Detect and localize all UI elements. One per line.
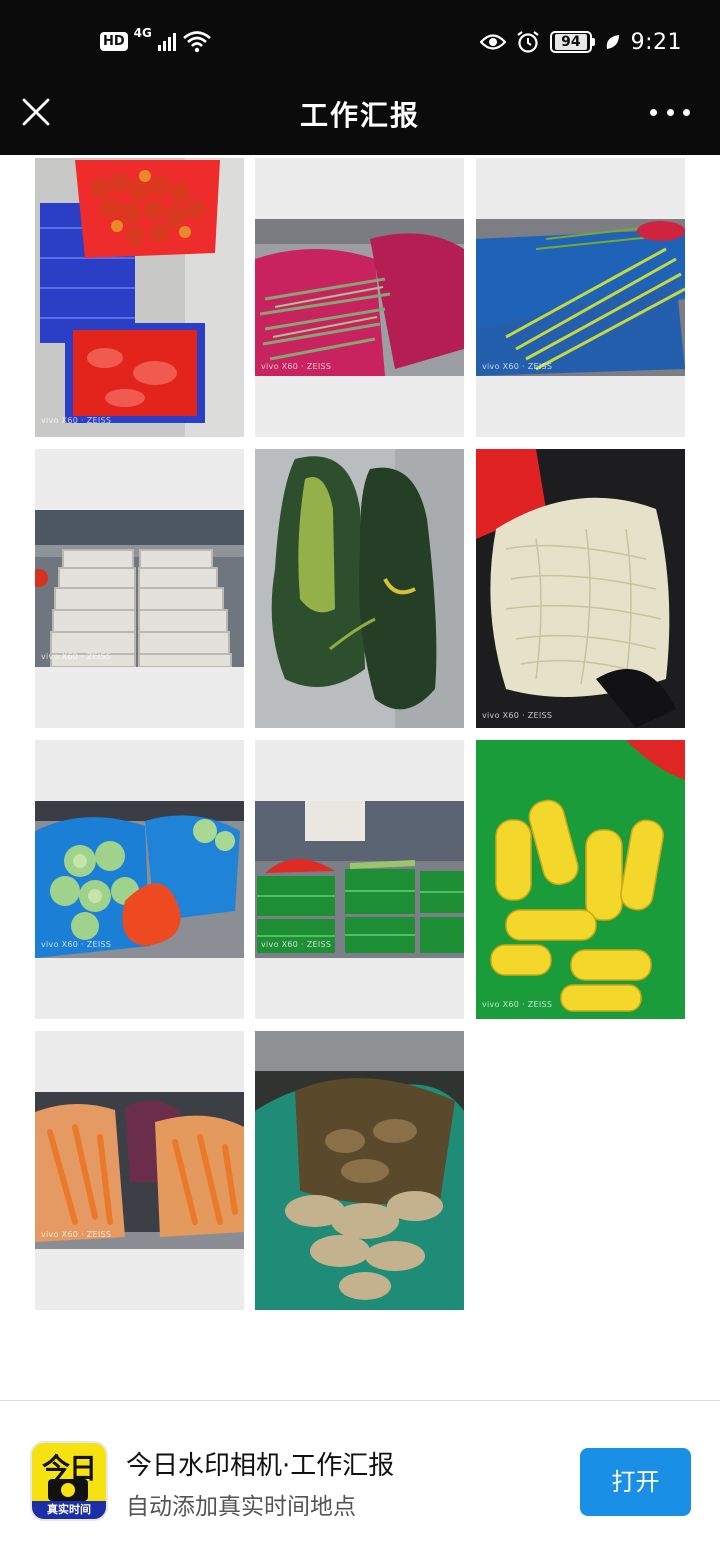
more-dot-icon	[666, 108, 674, 116]
photo-tofu-trays[interactable]: vivo X60 · ZEISS	[35, 449, 244, 728]
app-logo-subtext: 真实时间	[32, 1501, 106, 1519]
more-options-button[interactable]	[650, 104, 690, 120]
more-dot-icon	[683, 108, 690, 116]
photo-watermark: vivo X60 · ZEISS	[41, 416, 112, 425]
photo-cabbage[interactable]: vivo X60 · ZEISS	[35, 740, 244, 1019]
photo-winter-melons[interactable]	[255, 449, 464, 728]
battery-indicator: 94	[550, 31, 595, 53]
open-app-button[interactable]: 打开	[580, 1448, 691, 1516]
status-left-group: HD 4G	[100, 26, 212, 56]
eye-icon	[480, 34, 507, 50]
battery-level: 94	[555, 34, 587, 50]
photo-watermark: vivo X60 · ZEISS	[261, 940, 332, 949]
title-bar: 工作汇报	[0, 80, 720, 155]
more-dot-icon	[650, 108, 657, 116]
app-logo[interactable]: 今日 真实时间	[30, 1441, 108, 1521]
photo-watermark: vivo X60 · ZEISS	[482, 362, 553, 371]
photo-watermark: vivo X60 · ZEISS	[482, 1000, 553, 1009]
alarm-icon	[517, 31, 539, 53]
photo-green-beans[interactable]: vivo X60 · ZEISS	[255, 158, 464, 437]
photo-green-onions[interactable]: vivo X60 · ZEISS	[476, 158, 685, 437]
wifi-icon	[183, 31, 211, 53]
photo-grid: vivo X60 · ZEISS vivo X60 · ZEISS vivo X…	[0, 155, 720, 1355]
page-title: 工作汇报	[299, 99, 420, 132]
app-title: 今日水印相机·工作汇报	[126, 1451, 395, 1481]
status-right-group: 94 9:21	[480, 26, 682, 58]
photo-watermark: vivo X60 · ZEISS	[41, 1230, 112, 1239]
leaf-icon	[606, 35, 619, 49]
network-type-label: 4G	[133, 26, 152, 40]
app-subtitle: 自动添加真实时间地点	[126, 1494, 356, 1520]
photo-watermark: vivo X60 · ZEISS	[261, 362, 332, 371]
app-promo-banner[interactable]: 今日 真实时间 今日水印相机·工作汇报 自动添加真实时间地点 打开	[0, 1401, 720, 1560]
hd-badge: HD	[100, 31, 128, 51]
photo-corn[interactable]: vivo X60 · ZEISS	[476, 740, 685, 1019]
photo-watermark: vivo X60 · ZEISS	[41, 940, 112, 949]
photo-watermark: vivo X60 · ZEISS	[41, 652, 112, 661]
photo-tomatoes[interactable]: vivo X60 · ZEISS	[35, 158, 244, 437]
signal-strength-icon	[157, 31, 176, 51]
photo-bean-sprouts[interactable]: vivo X60 · ZEISS	[476, 449, 685, 728]
status-bar: HD 4G 94 9:21	[0, 0, 720, 80]
photo-vegetable-baskets[interactable]: vivo X60 · ZEISS	[255, 740, 464, 1019]
photo-carrots[interactable]: vivo X60 · ZEISS	[35, 1031, 244, 1310]
photo-watermark: vivo X60 · ZEISS	[482, 711, 553, 720]
photo-ginger[interactable]	[255, 1031, 464, 1310]
clock-time: 9:21	[630, 29, 682, 55]
